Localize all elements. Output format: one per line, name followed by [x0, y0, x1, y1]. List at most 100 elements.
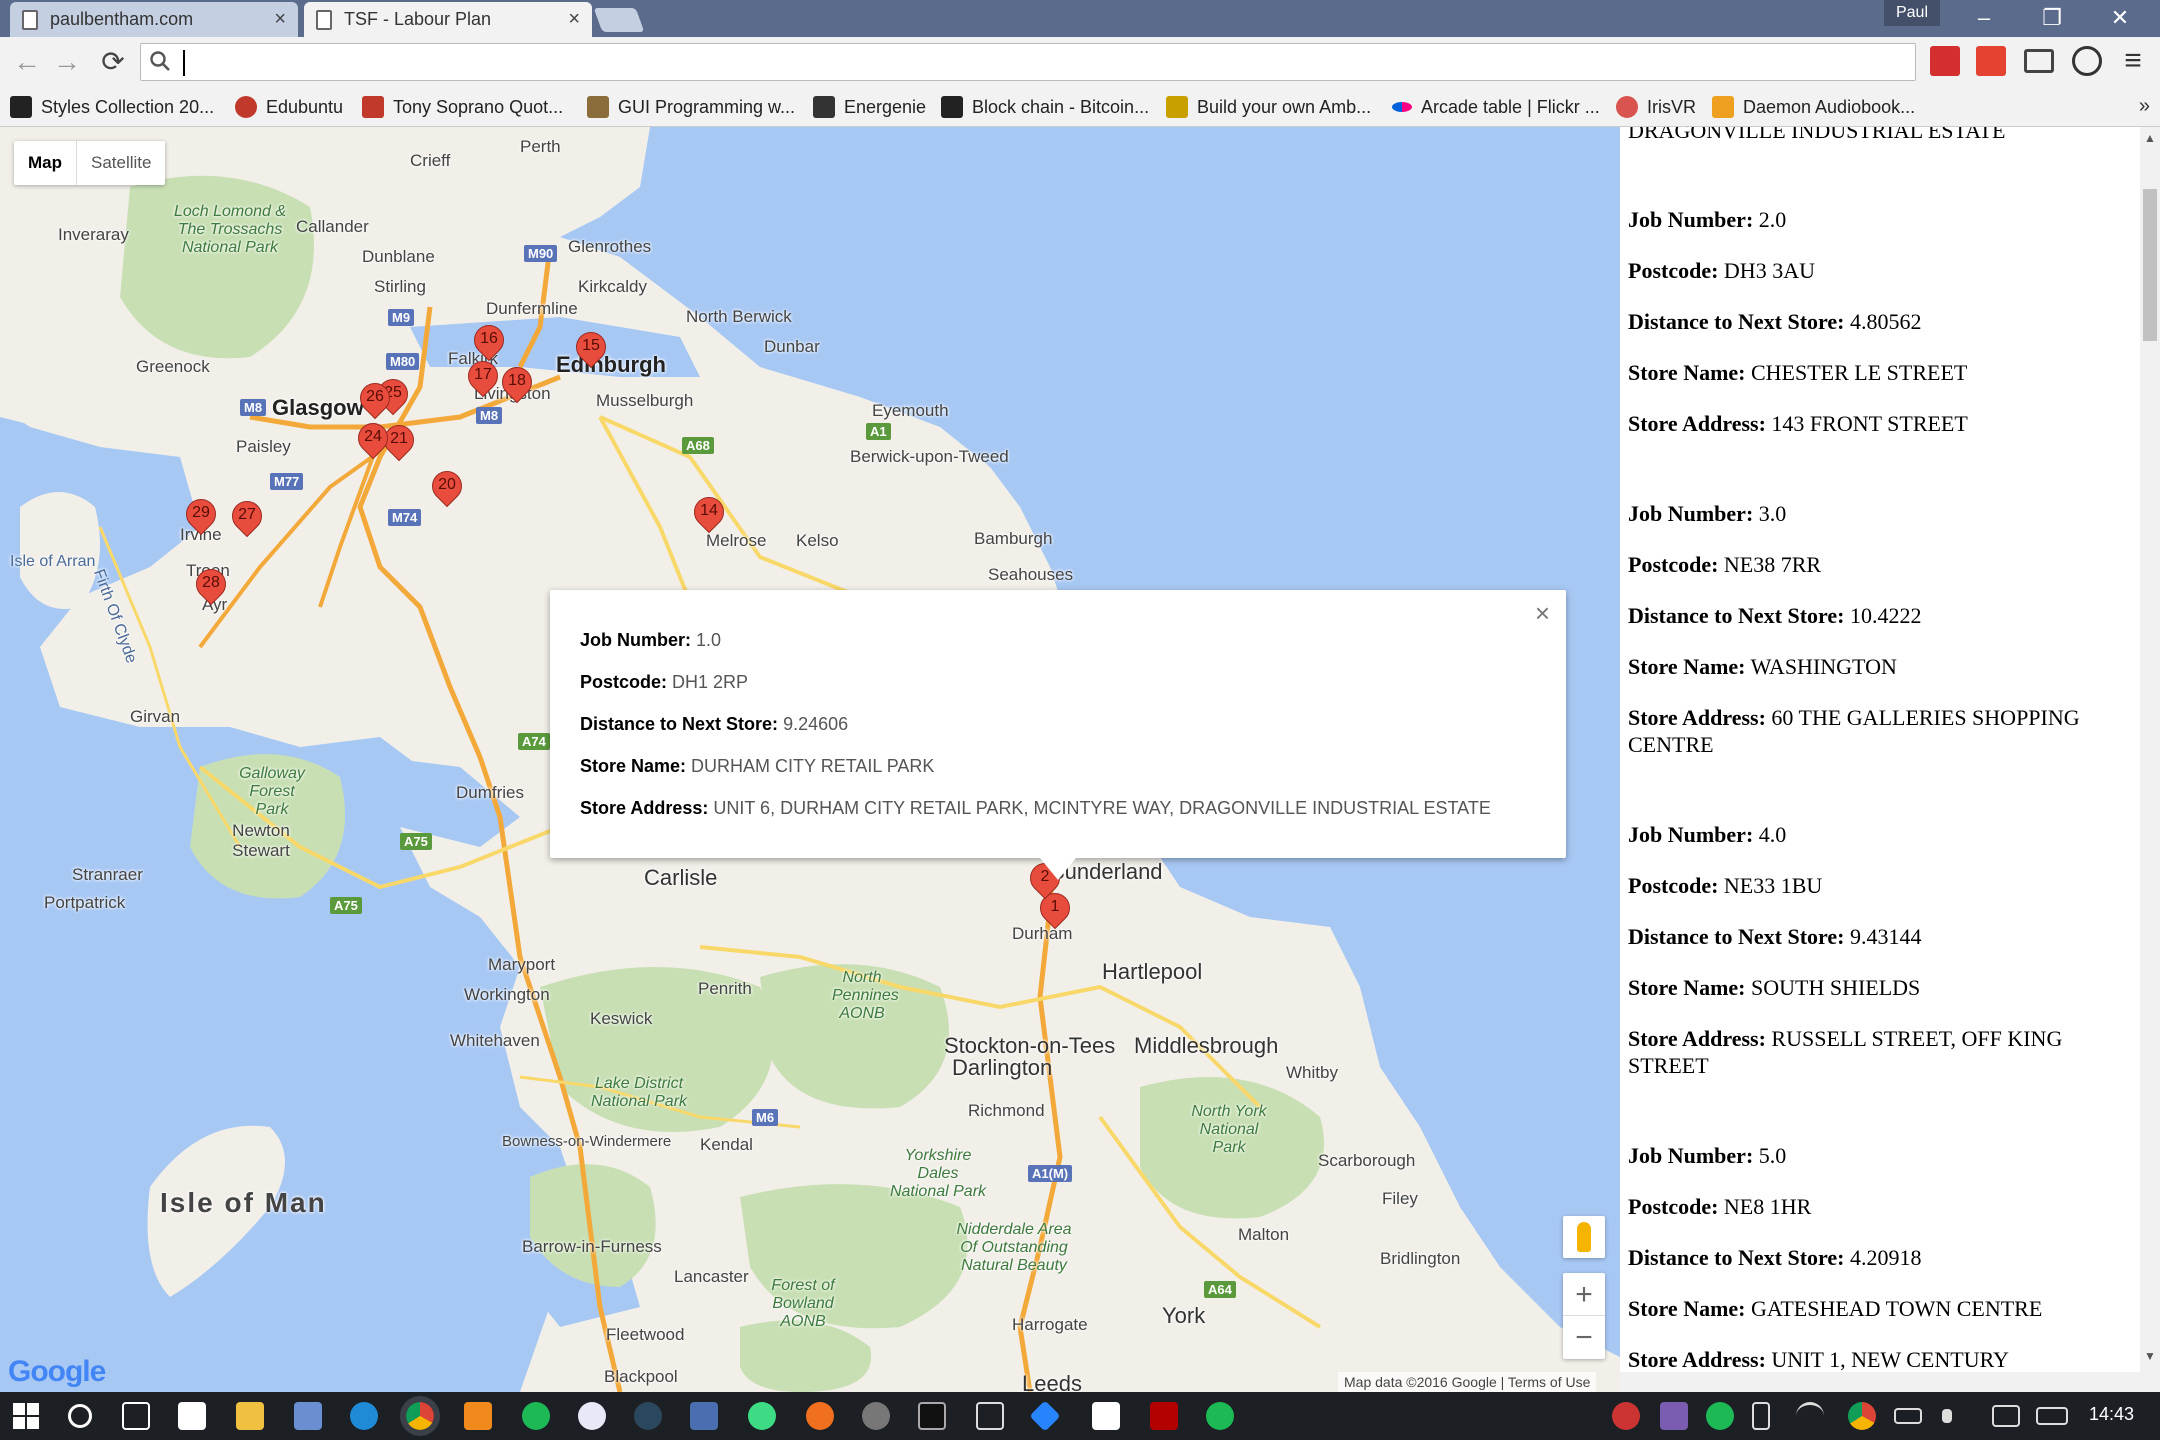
wifi-icon[interactable]: [1796, 1402, 1824, 1430]
search-icon[interactable]: [68, 1404, 92, 1428]
tor-icon[interactable]: [862, 1402, 890, 1430]
store-marker[interactable]: 14: [687, 490, 731, 541]
filezilla-icon[interactable]: [1150, 1402, 1178, 1430]
store-marker[interactable]: 15: [569, 325, 613, 376]
spotify-icon[interactable]: [1206, 1402, 1234, 1430]
restore-button[interactable]: ❐: [2032, 2, 2072, 34]
field-value: 4.20918: [1849, 1245, 1922, 1270]
zoom-out-button[interactable]: −: [1563, 1316, 1605, 1359]
action-center-icon[interactable]: [1992, 1405, 2020, 1427]
tab-labour-plan[interactable]: TSF - Labour Plan ×: [304, 2, 592, 37]
ghostery-icon[interactable]: [2072, 46, 2102, 76]
taskbar-clock[interactable]: 14:43: [2089, 1404, 2134, 1425]
store-marker[interactable]: 24: [351, 416, 395, 467]
bookmark-styles[interactable]: Styles Collection 20...: [10, 93, 214, 121]
sourcetree-icon[interactable]: [1029, 1400, 1061, 1432]
road-shield: A75: [330, 897, 362, 914]
close-icon[interactable]: ×: [1535, 598, 1550, 629]
itunes-icon[interactable]: [578, 1402, 606, 1430]
store-marker[interactable]: 20: [425, 464, 469, 515]
tray-app-icon[interactable]: [1612, 1402, 1640, 1430]
bookmark-energenie[interactable]: Energenie: [813, 93, 926, 121]
field-value: DH3 3AU: [1723, 258, 1815, 283]
volume-icon[interactable]: [1942, 1409, 1952, 1423]
bookmark-label: Tony Soprano Quot...: [393, 96, 564, 117]
bookmark-irisvr[interactable]: IrisVR: [1616, 93, 1696, 121]
spotify-tray-icon[interactable]: [1706, 1402, 1734, 1430]
store-marker[interactable]: 18: [495, 360, 539, 411]
horizontal-scrollbar[interactable]: [1620, 1372, 2140, 1392]
profile-button[interactable]: Paul: [1884, 0, 1940, 26]
place-label: Kendal: [700, 1135, 753, 1154]
tab-paulbentham[interactable]: paulbentham.com ×: [10, 2, 298, 37]
document-icon[interactable]: [1092, 1402, 1120, 1430]
network-app-icon[interactable]: [690, 1402, 718, 1430]
store-marker[interactable]: 28: [189, 562, 233, 613]
scrollbar-thumb[interactable]: [2143, 189, 2157, 341]
vlc-icon[interactable]: [464, 1402, 492, 1430]
battery-icon[interactable]: [1894, 1408, 1922, 1424]
bookmark-arcade-table[interactable]: Arcade table | Flickr ...: [1392, 93, 1600, 121]
bookmark-daemon-audiobook[interactable]: Daemon Audiobook...: [1712, 93, 1915, 121]
bookmark-label: Styles Collection 20...: [41, 96, 215, 117]
map-canvas[interactable]: Perth Crieff Loch Lomond & The Trossachs…: [0, 127, 1620, 1392]
android-icon[interactable]: [748, 1402, 776, 1430]
vertical-scrollbar[interactable]: ▲ ▼: [2140, 127, 2160, 1392]
keyboard-icon[interactable]: [2036, 1407, 2068, 1425]
tab-close-icon[interactable]: ×: [274, 8, 286, 31]
forward-button[interactable]: →: [50, 45, 84, 79]
chrome-tray-icon[interactable]: [1848, 1402, 1876, 1430]
minimize-button[interactable]: –: [1964, 2, 2004, 34]
map-type-map-button[interactable]: Map: [14, 141, 77, 185]
address-bar[interactable]: [140, 43, 1916, 81]
bookmark-edubuntu[interactable]: Edubuntu: [235, 93, 343, 121]
scroll-up-icon[interactable]: ▲: [2144, 131, 2156, 145]
cube-icon[interactable]: [976, 1402, 1004, 1430]
bookmarks-overflow-icon[interactable]: »: [2139, 95, 2150, 118]
bookmark-build-amb[interactable]: Build your own Amb...: [1166, 93, 1371, 121]
back-button[interactable]: ←: [10, 45, 44, 79]
bookmark-blockchain[interactable]: Block chain - Bitcoin...: [941, 93, 1149, 121]
spotify-icon[interactable]: [522, 1402, 550, 1430]
bookmark-tony-soprano[interactable]: Tony Soprano Quot...: [362, 93, 563, 121]
terminal-icon[interactable]: [918, 1402, 946, 1430]
store-marker[interactable]: 21: [377, 418, 421, 469]
todoist-icon[interactable]: [1976, 46, 2006, 76]
store-icon[interactable]: [178, 1402, 206, 1430]
start-button[interactable]: [12, 1402, 40, 1430]
usb-icon[interactable]: [1752, 1402, 1770, 1430]
cast-icon[interactable]: [2024, 49, 2054, 73]
close-window-button[interactable]: ✕: [2100, 2, 2140, 34]
new-tab-button[interactable]: [593, 8, 645, 32]
store-marker[interactable]: 27: [225, 494, 269, 545]
headphones-icon[interactable]: [806, 1402, 834, 1430]
map-attribution[interactable]: Map data ©2016 Google | Terms of Use: [1338, 1372, 1597, 1392]
store-marker[interactable]: 26: [353, 376, 397, 427]
visual-studio-icon[interactable]: [294, 1402, 322, 1430]
file-explorer-icon[interactable]: [236, 1402, 264, 1430]
place-label: Workington: [464, 985, 550, 1004]
tray-app-icon[interactable]: [1660, 1402, 1688, 1430]
tab-close-icon[interactable]: ×: [568, 8, 580, 31]
edge-icon[interactable]: [350, 1402, 378, 1430]
field-value: CHESTER LE STREET: [1751, 360, 1968, 385]
map-type-satellite-button[interactable]: Satellite: [77, 141, 165, 185]
street-view-pegman-button[interactable]: [1563, 1216, 1605, 1258]
zoom-in-button[interactable]: +: [1563, 1273, 1605, 1316]
menu-icon[interactable]: ≡: [2118, 46, 2148, 76]
address-input[interactable]: [181, 48, 1881, 76]
lastpass-icon[interactable]: [1930, 46, 1960, 76]
scroll-down-icon[interactable]: ▼: [2144, 1349, 2156, 1363]
store-marker[interactable]: 29: [179, 492, 223, 543]
bookmark-label: Edubuntu: [266, 96, 344, 117]
bookmark-gui-programming[interactable]: GUI Programming w...: [587, 93, 795, 121]
field-value: SOUTH SHIELDS: [1751, 975, 1921, 1000]
task-view-icon[interactable]: [122, 1402, 150, 1430]
marker-number: 26: [366, 388, 384, 405]
field-label: Store Address:: [1628, 1347, 1766, 1372]
steam-icon[interactable]: [634, 1402, 662, 1430]
chrome-icon[interactable]: [400, 1396, 440, 1436]
store-marker[interactable]: 17: [461, 354, 505, 405]
place-label: Eyemouth: [872, 401, 949, 420]
reload-button[interactable]: ⟳: [96, 45, 130, 79]
